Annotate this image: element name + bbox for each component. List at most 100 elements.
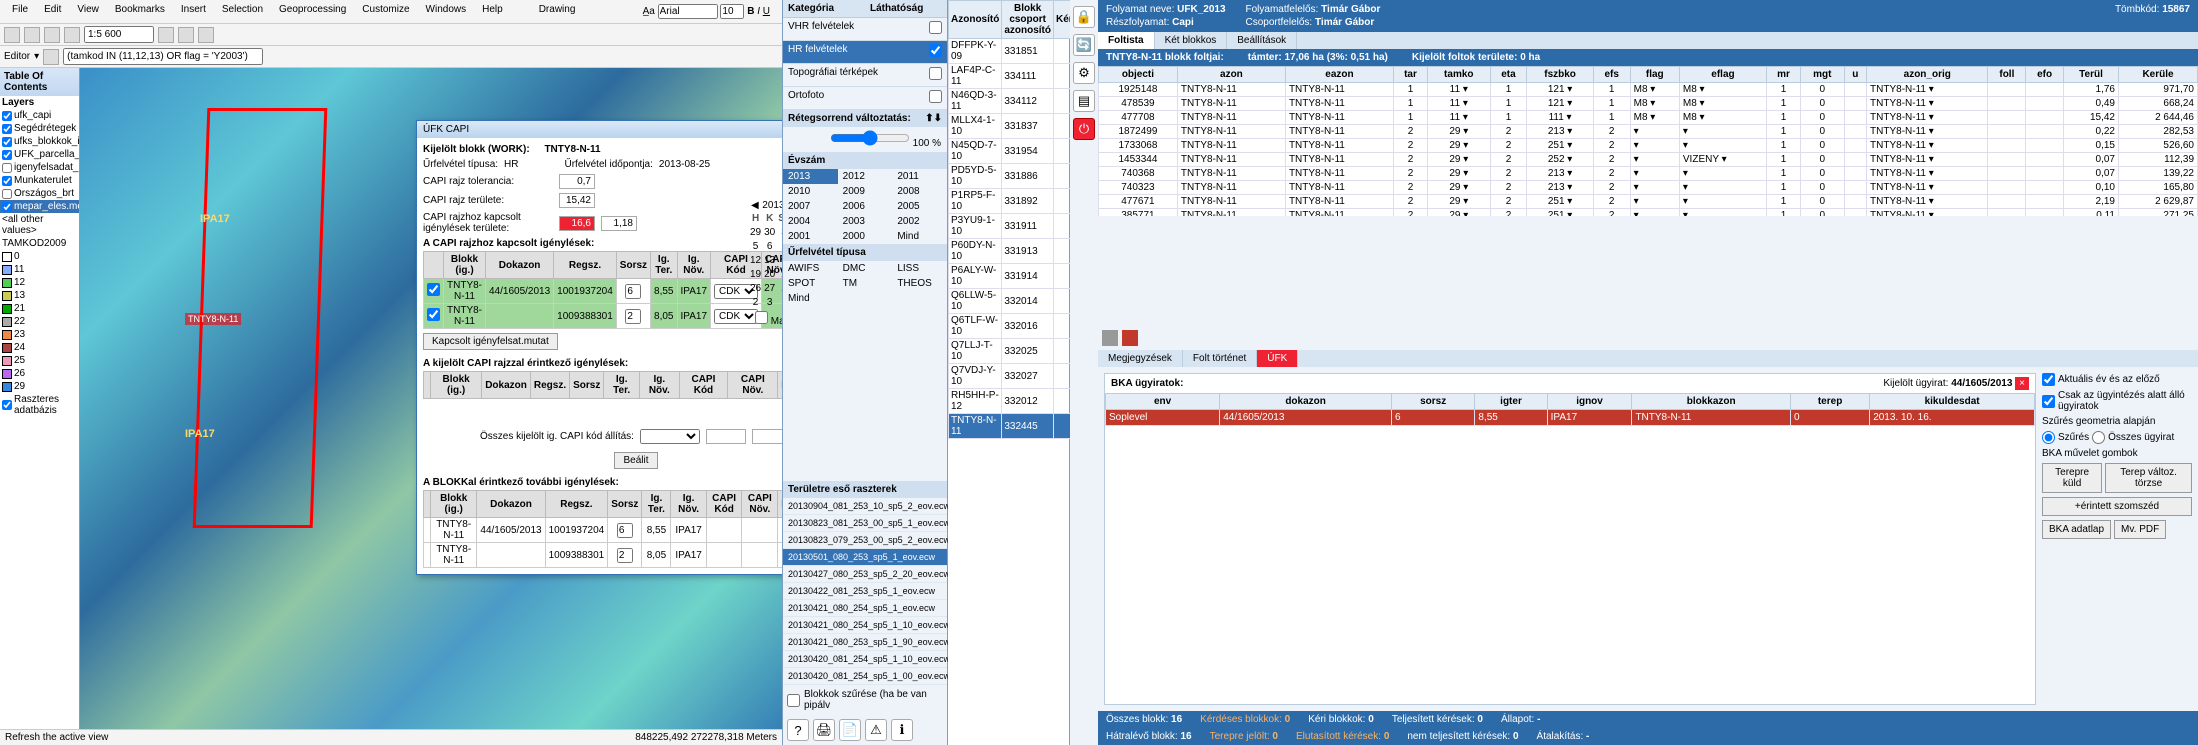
terep-vissza-button[interactable]: Terep változ. törzse	[2105, 463, 2192, 493]
sattype-cell[interactable]: TM	[838, 276, 893, 291]
save-icon[interactable]	[24, 27, 40, 43]
subtab-megjegyzesek[interactable]: Megjegyzések	[1098, 350, 1183, 367]
toc-layer[interactable]: <all other values>	[0, 213, 79, 237]
note-icon[interactable]: 📄	[839, 719, 861, 741]
toc-layer-selected[interactable]: mepar_eles.mepar_r	[0, 200, 79, 213]
toc-layer[interactable]: ufk_capi	[0, 109, 79, 122]
year-cell[interactable]: Mind	[892, 229, 947, 244]
table-row[interactable]: TNTY8-N-1110093883018,05IPA17CDK	[424, 304, 783, 329]
azon-row[interactable]: Q6TLF-W-10332016	[949, 314, 1082, 339]
year-cell[interactable]: 2000	[838, 229, 893, 244]
sattype-cell[interactable]: LISS	[892, 261, 947, 276]
capi-tol-input[interactable]	[559, 174, 595, 189]
toc-layer[interactable]: Raszteres adatbázis	[0, 393, 79, 417]
sattype-cell[interactable]	[892, 291, 947, 306]
category-row[interactable]: Ortofoto	[783, 87, 947, 110]
toc-layer[interactable]: TAMKOD2009	[0, 237, 79, 250]
raster-item[interactable]: 20130501_080_253_sp5_1_eov.ecw	[783, 549, 947, 566]
edit-tool-icon[interactable]	[43, 49, 59, 65]
category-row[interactable]: HR felvételek	[783, 41, 947, 64]
zoom-in-icon[interactable]	[158, 27, 174, 43]
sattype-cell[interactable]: DMC	[838, 261, 893, 276]
filter-checkbox[interactable]	[787, 694, 800, 707]
osszes-radio[interactable]	[2092, 431, 2105, 444]
refresh-icon[interactable]: 🔄	[1073, 34, 1095, 56]
toc-layer[interactable]: Segédrétegek	[0, 122, 79, 135]
azon-row[interactable]: P6ALY-W-10331914	[949, 264, 1082, 289]
folt-row[interactable]: 1733068TNTY8-N-11TNTY8-N-11229 ▾2251 ▾2 …	[1099, 139, 2198, 153]
cal-today[interactable]: Ma: 2014.04.15.	[771, 316, 782, 327]
fontsize-select[interactable]	[720, 4, 744, 19]
menu-insert[interactable]: Insert	[173, 2, 214, 21]
raster-item[interactable]: 20130421_080_253_sp5_1_90_eov.ecw	[783, 634, 947, 651]
toc-layer[interactable]: igenyfelsadat_201	[0, 161, 79, 174]
menu-edit[interactable]: Edit	[36, 2, 69, 21]
bka-adatlap-button[interactable]: BKA adatlap	[2042, 520, 2111, 539]
opacity-slider[interactable]	[830, 130, 910, 146]
scale-input[interactable]	[84, 26, 154, 43]
open-icon[interactable]	[4, 27, 20, 43]
sattype-cell[interactable]	[838, 291, 893, 306]
font-select[interactable]	[658, 4, 718, 19]
toc-layer[interactable]: Munkaterulet	[0, 174, 79, 187]
year-cell[interactable]: 2001	[783, 229, 838, 244]
azon-row[interactable]: P1RP5-F-10331892	[949, 189, 1082, 214]
azon-row[interactable]: MLLX4-1-10331837	[949, 114, 1082, 139]
osszes-val2[interactable]	[752, 429, 782, 444]
folt-row[interactable]: 477671TNTY8-N-11TNTY8-N-11229 ▾2251 ▾2 ▾…	[1099, 195, 2198, 209]
ugyirat-close-icon[interactable]: ×	[2015, 377, 2029, 390]
pan-icon[interactable]	[198, 27, 214, 43]
subtab-folt-tortenet[interactable]: Folt történet	[1183, 350, 1257, 367]
year-cell[interactable]: 2011	[892, 169, 947, 184]
layers-icon[interactable]: ▤	[1073, 90, 1095, 112]
table-row[interactable]: TNTY8-N-1144/1605/201310019372048,55IPA1…	[424, 279, 783, 304]
folt-row[interactable]: 385771TNTY8-N-11TNTY8-N-11229 ▾2251 ▾2 ▾…	[1099, 209, 2198, 217]
category-row[interactable]: Topográfiai térképek	[783, 64, 947, 87]
szures-radio[interactable]	[2042, 431, 2055, 444]
raster-item[interactable]: 20130823_079_253_00_sp5_2_eov.ecw	[783, 532, 947, 549]
category-row[interactable]: VHR felvételek	[783, 18, 947, 41]
menu-customize[interactable]: Customize	[354, 2, 417, 21]
year-cell[interactable]: 2007	[783, 199, 838, 214]
lock-icon[interactable]: 🔒	[1073, 6, 1095, 28]
print-icon[interactable]	[44, 27, 60, 43]
raster-item[interactable]: 20130904_081_253_10_sp5_2_eov.ecw	[783, 498, 947, 515]
raster-item[interactable]: 20130421_080_254_sp5_1_10_eov.ecw	[783, 617, 947, 634]
print-icon[interactable]: 🖨	[813, 719, 835, 741]
osszes-val1[interactable]	[706, 429, 746, 444]
year-cell[interactable]: 2006	[838, 199, 893, 214]
ugyirat-row[interactable]: Soplevel44/1605/201368,55IPA17TNTY8-N-11…	[1106, 410, 2035, 426]
cal-prev[interactable]: ◀	[751, 200, 759, 211]
menu-selection[interactable]: Selection	[214, 2, 271, 21]
power-icon[interactable]: ⏻	[1073, 118, 1095, 140]
raster-item[interactable]: 20130421_080_254_sp5_1_eov.ecw	[783, 600, 947, 617]
azon-row[interactable]: Q6LLW-5-10332014	[949, 289, 1082, 314]
calendar[interactable]: ◀2013. augusztus▶ HKSzeCsPSzoV2930311234…	[749, 199, 782, 329]
terepre-kuld-button[interactable]: Terepre küld	[2042, 463, 2102, 493]
toc-layer[interactable]: UFK_parcella_201	[0, 148, 79, 161]
toc-layer[interactable]: ufks_blokkok_iga	[0, 135, 79, 148]
raster-item[interactable]: 20130427_080_253_sp5_2_20_eov.ecw	[783, 566, 947, 583]
menu-help[interactable]: Help	[474, 2, 511, 21]
year-cell[interactable]: 2013	[783, 169, 838, 184]
tool-icon[interactable]: ⚙	[1073, 62, 1095, 84]
sattype-cell[interactable]: SPOT	[783, 276, 838, 291]
raster-item[interactable]: 20130422_081_253_sp5_1_eov.ecw	[783, 583, 947, 600]
editor-dropdown[interactable]: Editor	[4, 51, 30, 62]
sattype-cell[interactable]: THEOS	[892, 276, 947, 291]
cut-icon[interactable]	[64, 27, 80, 43]
azon-row[interactable]: TNTY8-N-11332445	[949, 414, 1082, 439]
csak-checkbox[interactable]	[2042, 395, 2055, 408]
raster-item[interactable]: 20130420_081_254_sp5_1_00_eov.ecw	[783, 668, 947, 685]
menu-bookmarks[interactable]: Bookmarks	[107, 2, 173, 21]
raster-item[interactable]: 20130823_081_253_00_sp5_1_eov.ecw	[783, 515, 947, 532]
warning-icon[interactable]: ⚠	[865, 719, 887, 741]
azon-row[interactable]: LAF4P-C-11334111	[949, 64, 1082, 89]
sattype-cell[interactable]: Mind	[783, 291, 838, 306]
azon-row[interactable]: DFFPK-Y-09331851	[949, 39, 1082, 64]
map-canvas[interactable]: TNTY8-N-11 IPA17 IPA17 ÚFK CAPI × Kijelö…	[80, 68, 782, 729]
color-swatch-grey[interactable]	[1102, 330, 1118, 346]
folt-row[interactable]: 478539TNTY8-N-11TNTY8-N-11111 ▾1121 ▾1M8…	[1099, 97, 2198, 111]
subtab-ufk[interactable]: ÚFK	[1257, 350, 1298, 367]
menu-file[interactable]: File	[4, 2, 36, 21]
